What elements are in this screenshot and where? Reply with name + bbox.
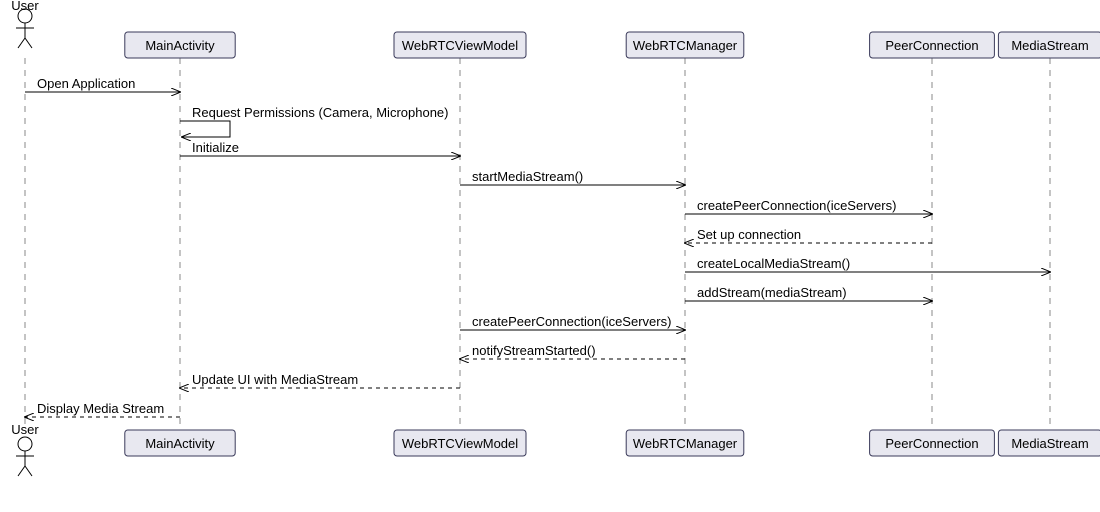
participant-label: MainActivity	[145, 38, 215, 53]
message-label: createPeerConnection(iceServers)	[697, 198, 896, 213]
message-label: Initialize	[192, 140, 239, 155]
actor-user	[16, 9, 34, 48]
participant-label: WebRTCManager	[633, 38, 738, 53]
participant-label: WebRTCViewModel	[402, 38, 518, 53]
message-label: startMediaStream()	[472, 169, 583, 184]
message-label: Request Permissions (Camera, Microphone)	[192, 105, 448, 120]
message-label: Open Application	[37, 76, 135, 91]
message-label: addStream(mediaStream)	[697, 285, 847, 300]
message-label: Set up connection	[697, 227, 801, 242]
actor-label: User	[11, 0, 39, 13]
participant-label: MainActivity	[145, 436, 215, 451]
participant-label: WebRTCViewModel	[402, 436, 518, 451]
participant-label: MediaStream	[1011, 38, 1088, 53]
message-label: Update UI with MediaStream	[192, 372, 358, 387]
actor-user	[16, 437, 34, 476]
message-label: Display Media Stream	[37, 401, 164, 416]
actor-label: User	[11, 422, 39, 437]
message-self	[180, 121, 230, 137]
participant-label: PeerConnection	[885, 38, 978, 53]
participant-label: PeerConnection	[885, 436, 978, 451]
sequence-diagram: User User MainActivity MainActivity WebRTCVi…	[0, 0, 1100, 512]
message-label: createLocalMediaStream()	[697, 256, 850, 271]
participant-label: MediaStream	[1011, 436, 1088, 451]
message-label: notifyStreamStarted()	[472, 343, 596, 358]
message-label: createPeerConnection(iceServers)	[472, 314, 671, 329]
participant-label: WebRTCManager	[633, 436, 738, 451]
